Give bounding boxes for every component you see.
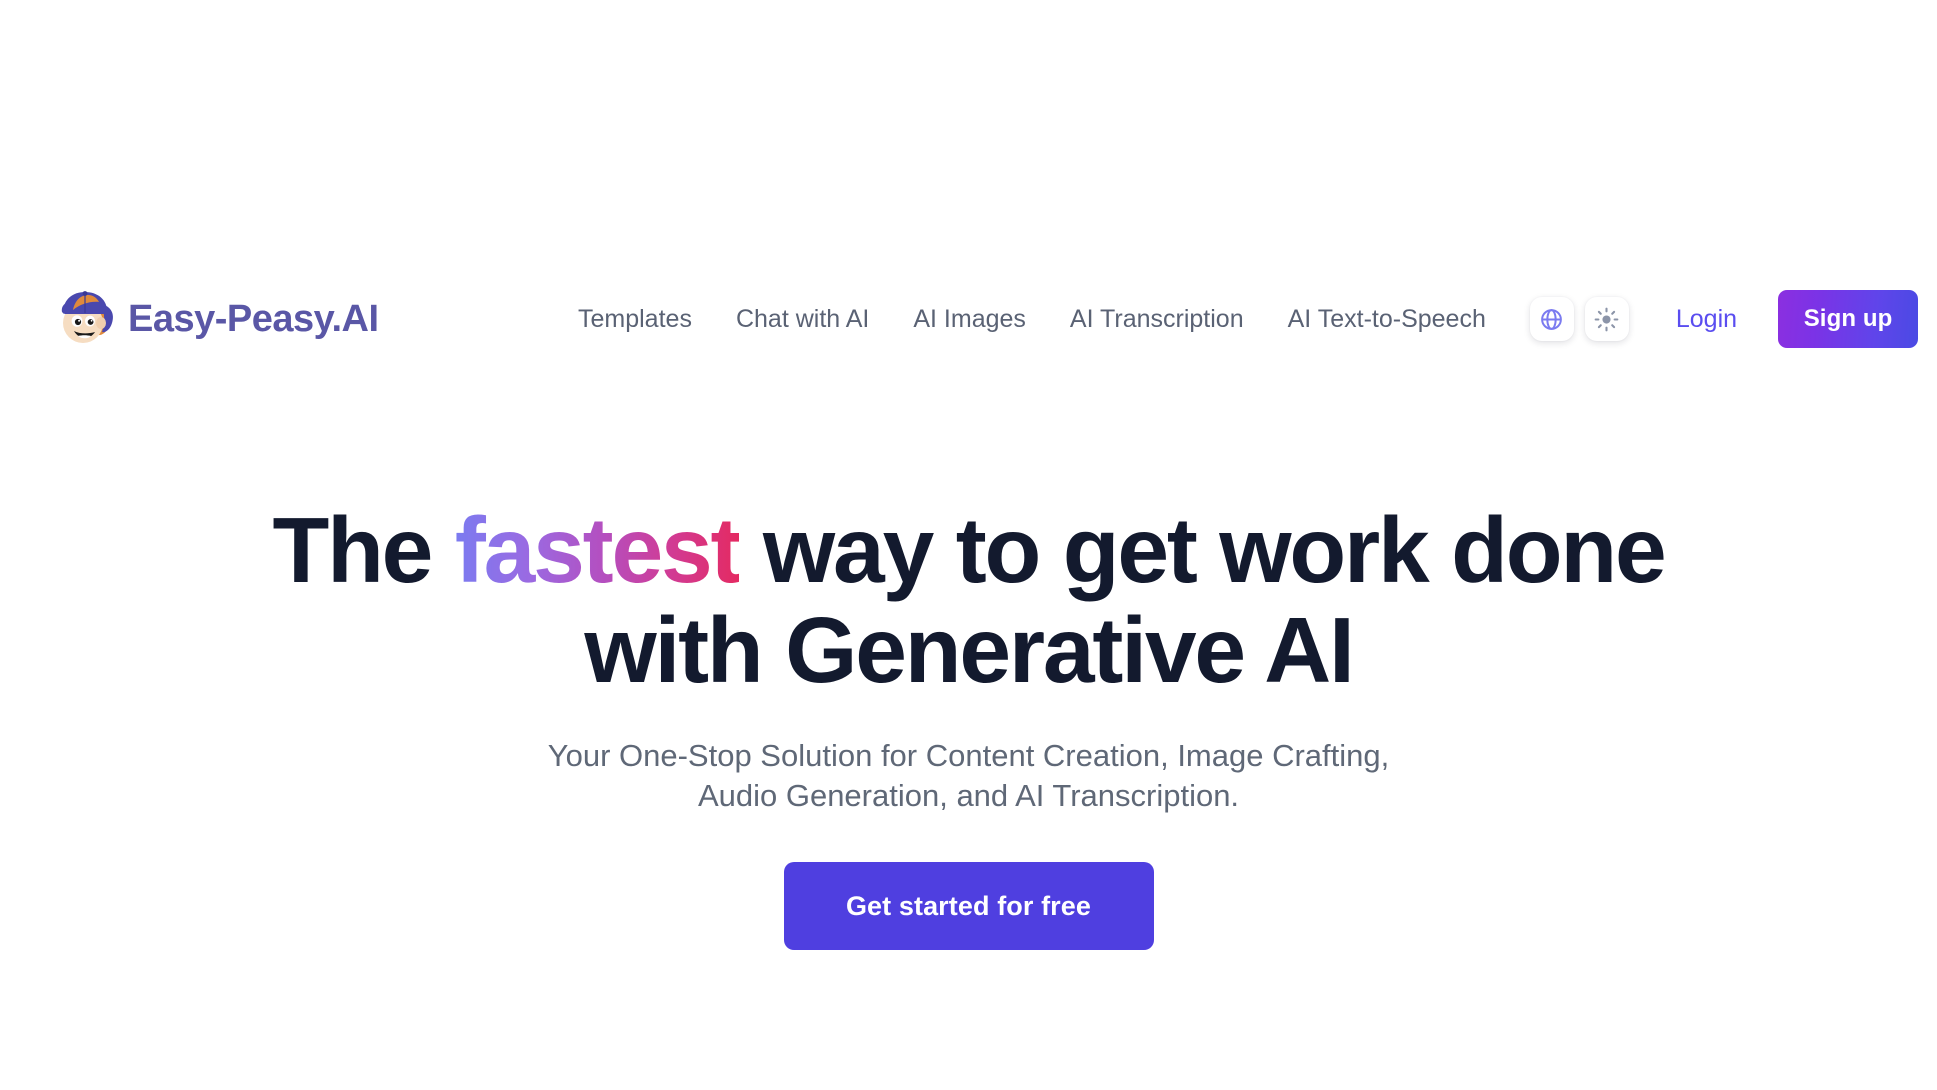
headline-text-before: The: [272, 498, 455, 602]
headline-text-after: way to get work done with Generative AI: [584, 498, 1666, 703]
headline-accent-word: fastest: [454, 498, 742, 602]
language-button[interactable]: [1529, 297, 1574, 341]
nav-item-chat-with-ai[interactable]: Chat with AI: [736, 306, 869, 332]
header-icon-group: [1529, 297, 1629, 341]
landing-page: Easy-Peasy.AI Templates Chat with AI AI …: [0, 0, 1937, 1090]
globe-icon: [1541, 308, 1563, 330]
signup-button[interactable]: Sign up: [1778, 290, 1919, 348]
login-link[interactable]: Login: [1676, 306, 1737, 332]
hero-headline: The fastest way to get work done with Ge…: [0, 500, 1937, 701]
brand-name: Easy-Peasy.AI: [128, 298, 379, 340]
nav-item-ai-transcription[interactable]: AI Transcription: [1070, 306, 1244, 332]
hero-cta-wrapper: Get started for free: [0, 862, 1937, 951]
get-started-button[interactable]: Get started for free: [783, 862, 1154, 951]
theme-toggle-button[interactable]: [1584, 297, 1629, 341]
nav-item-ai-text-to-speech[interactable]: AI Text-to-Speech: [1288, 306, 1486, 332]
main-navigation: Templates Chat with AI AI Images AI Tran…: [578, 283, 1919, 355]
boy-with-cap-avatar-icon: [61, 291, 113, 343]
nav-links: Templates Chat with AI AI Images AI Tran…: [578, 306, 1486, 332]
nav-item-templates[interactable]: Templates: [578, 306, 692, 332]
hero-subtitle: Your One-Stop Solution for Content Creat…: [547, 737, 1390, 813]
site-header: Easy-Peasy.AI Templates Chat with AI AI …: [0, 283, 1937, 355]
nav-item-ai-images[interactable]: AI Images: [913, 306, 1026, 332]
hero-section: The fastest way to get work done with Ge…: [0, 500, 1937, 951]
brand-logo-link[interactable]: Easy-Peasy.AI: [57, 283, 379, 355]
sun-icon: [1595, 307, 1619, 331]
